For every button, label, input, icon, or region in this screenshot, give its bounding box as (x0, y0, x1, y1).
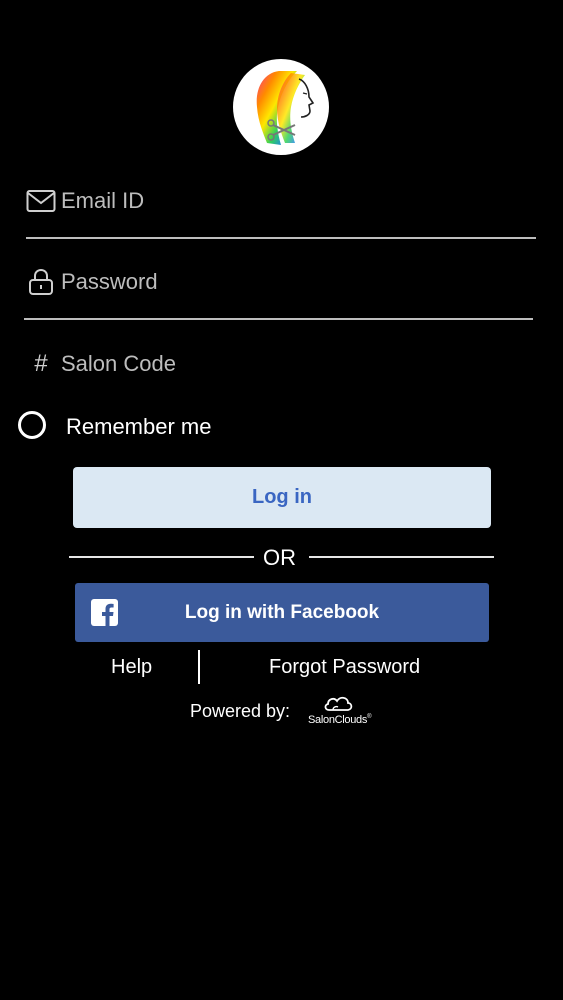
facebook-login-button[interactable]: Log in with Facebook (75, 583, 489, 642)
hash-icon: # (34, 350, 48, 377)
login-button[interactable]: Log in (73, 467, 491, 528)
remember-me-radio[interactable] (18, 411, 46, 439)
or-label: OR (263, 545, 296, 570)
links-divider (198, 650, 200, 684)
remember-me-label: Remember me (66, 414, 212, 439)
email-field[interactable] (61, 185, 521, 217)
lock-icon (28, 268, 54, 296)
help-link[interactable]: Help (111, 656, 152, 679)
salon-logo-icon (233, 59, 329, 155)
facebook-login-label: Log in with Facebook (184, 601, 380, 623)
email-underline (26, 237, 536, 239)
password-field[interactable] (61, 266, 521, 298)
envelope-icon (26, 188, 56, 214)
password-underline (24, 318, 533, 320)
salonclouds-logo: SalonClouds® (307, 693, 379, 729)
forgot-password-link[interactable]: Forgot Password (269, 656, 420, 679)
or-divider-right (309, 556, 494, 558)
salon-code-field[interactable] (61, 348, 521, 380)
powered-by-label: Powered by: (190, 701, 291, 721)
facebook-icon (91, 599, 118, 626)
or-divider-left (69, 556, 254, 558)
salonclouds-wordmark: SalonClouds® (308, 714, 372, 726)
